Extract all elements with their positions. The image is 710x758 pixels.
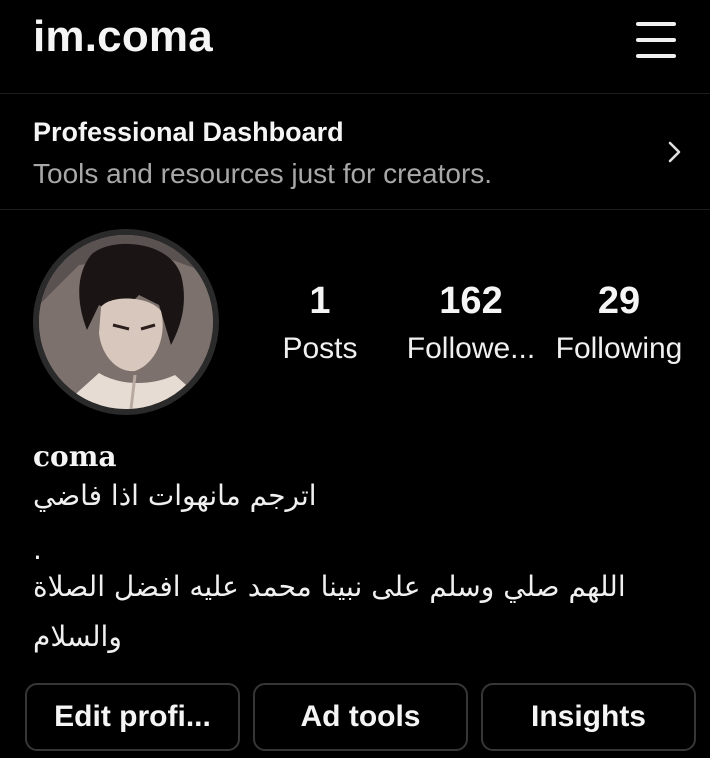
insights-button[interactable]: Insights [481, 683, 696, 751]
posts-label: Posts [282, 332, 358, 365]
dashboard-title: Professional Dashboard [33, 117, 344, 147]
profile-username[interactable]: im.coma [33, 12, 213, 62]
profile-page: im.coma Professional Dashboard Tools and… [0, 0, 710, 758]
followers-count: 162 [439, 280, 503, 322]
anime-character-avatar-icon [39, 235, 213, 409]
bio-line: اللهم صلي وسلم على نبينا محمد عليه افضل … [33, 570, 626, 603]
bio-line: اترجم مانهوات اذا فاضي [33, 479, 317, 512]
avatar-image [39, 235, 213, 409]
stat-posts[interactable]: 1 Posts [270, 280, 370, 366]
following-label: Following [555, 332, 683, 365]
stat-following[interactable]: 29 Following [548, 280, 690, 366]
profile-display-name: coma [33, 440, 117, 473]
posts-count: 1 [309, 280, 331, 322]
edit-profile-button[interactable]: Edit profi... [25, 683, 240, 751]
top-bar: im.coma [0, 0, 710, 94]
followers-label: Followe... [406, 332, 536, 365]
stat-followers[interactable]: 162 Followe... [401, 280, 541, 366]
avatar[interactable] [33, 229, 219, 415]
chevron-right-icon [668, 141, 681, 163]
bio-line: والسلام [33, 620, 122, 653]
hamburger-menu-icon[interactable] [632, 18, 680, 62]
dashboard-subtitle: Tools and resources just for creators. [33, 158, 493, 189]
bio-line: . [33, 533, 42, 566]
following-count: 29 [597, 280, 641, 322]
professional-dashboard-row[interactable]: Professional Dashboard Tools and resourc… [0, 95, 710, 210]
ad-tools-button[interactable]: Ad tools [253, 683, 468, 751]
